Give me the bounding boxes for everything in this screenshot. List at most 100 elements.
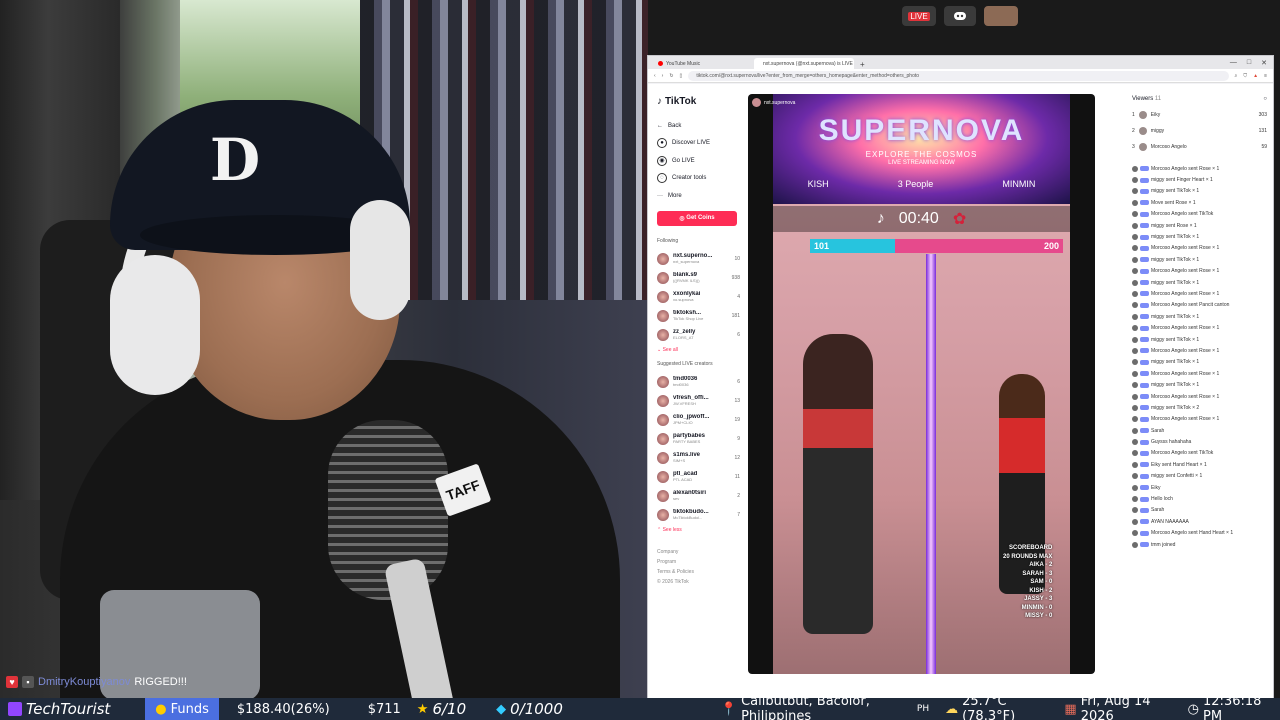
viewer-item[interactable]: 2 miggy 131 — [1132, 123, 1267, 139]
nav-more[interactable]: ··· More — [657, 187, 740, 205]
footer-terms[interactable]: Terms & Policies — [657, 567, 740, 577]
lightbulb-icon: ◌ — [657, 173, 667, 184]
level-badge — [1140, 188, 1149, 194]
back-arrow-icon[interactable]: ‹ — [654, 73, 656, 79]
cap-logo: D — [209, 126, 261, 194]
logo-text: TikTok — [665, 96, 697, 107]
avatar — [657, 291, 669, 303]
account-item[interactable]: tiktokbudo... McTiktokBudol... 7 — [657, 506, 740, 525]
avatar — [657, 253, 669, 265]
level-badge — [1140, 302, 1149, 308]
score-right: 200 — [1043, 241, 1059, 251]
account-item[interactable]: ptl_acad PTL ACAD 11 — [657, 468, 740, 487]
score-right-fill: 200 — [895, 239, 1063, 253]
nav-label: Go LIVE — [672, 157, 695, 164]
account-item[interactable]: xxonlykai xo.supnova 4 — [657, 288, 740, 307]
new-tab-icon[interactable]: + — [856, 60, 869, 69]
host-avatar — [752, 98, 761, 107]
score-left: 101 — [814, 241, 830, 251]
see-less-link[interactable]: ⌃ See less — [657, 527, 740, 533]
forward-arrow-icon[interactable]: › — [662, 73, 664, 79]
footer-links: Company Program Terms & Policies © 2026 … — [657, 547, 740, 587]
funds-amount: $188.40(26%) — [236, 701, 330, 717]
tab-youtube-music[interactable]: YouTube Music — [652, 58, 752, 69]
close-window-icon[interactable]: ✕ — [1261, 59, 1267, 67]
viewer-score: 59 — [1261, 144, 1267, 150]
tab-tiktok-live[interactable]: nxt.supernova (@nxt.supernova) is LIVE✕ — [754, 58, 854, 69]
gift-bar: RosePancit cantonTikTokFinger HeartLove … — [748, 672, 1095, 674]
funds-badge: ● Funds — [145, 698, 219, 720]
shield-icon[interactable]: ⛉ — [1243, 73, 1247, 79]
search-icon[interactable]: ⌕ — [1235, 73, 1238, 79]
live-camera-icon: LIVE — [902, 6, 936, 26]
account-item[interactable]: tmd0036 tmd0036 6 — [657, 373, 740, 392]
reload-icon[interactable]: ↻ — [669, 73, 673, 79]
level-badge — [1140, 200, 1149, 206]
message-text: Sarah — [1151, 427, 1165, 434]
minimize-icon[interactable]: — — [1230, 59, 1237, 67]
youtube-music-icon — [658, 61, 663, 66]
live-video[interactable]: nxt.supernova SUPERNOVA EXPLORE THE COSM… — [748, 94, 1095, 674]
tiktok-logo[interactable]: ♪ TikTok — [657, 96, 740, 107]
menu-icon[interactable]: ≡ — [1264, 73, 1267, 79]
broadcast-icon: ◉ — [657, 155, 667, 166]
account-names: tmd0036 tmd0036 — [673, 376, 733, 388]
headphone-right — [350, 200, 410, 320]
account-item[interactable]: clio_jpwoff... JPM+CLIO 19 — [657, 411, 740, 430]
following-list: nxt.superno... nxt_supernova 10 blank.s9(((… — [657, 250, 740, 345]
account-names: tiktoksh... TikTok Shop Live — [673, 310, 728, 322]
account-item[interactable]: alexan0tsiri sev 2 — [657, 487, 740, 506]
account-item[interactable]: vfresh_offi... JW.VFRESH 13 — [657, 392, 740, 411]
bookmark-icon[interactable]: ▯ — [680, 73, 683, 79]
channel-name: TechTourist — [0, 698, 141, 720]
chat-message: RIGGED!!! — [134, 676, 187, 688]
footer-company[interactable]: Company — [657, 547, 740, 557]
message-text: Morcoso Angelo sent Rose × 1 — [1151, 268, 1220, 275]
nav-discover-live[interactable]: ● Discover LIVE — [657, 135, 740, 153]
viewer-count: 6 — [737, 379, 740, 385]
level-badge — [1140, 530, 1149, 536]
extension-icon[interactable]: ▲ — [1253, 73, 1258, 79]
avatar — [1132, 290, 1138, 297]
message-text: Morcoso Angelo sent Rose × 1 — [1151, 325, 1220, 332]
account-item[interactable]: zz_zelly ELORS_AT 6 — [657, 326, 740, 345]
get-coins-button[interactable]: ◎ Get Coins — [657, 210, 737, 226]
avatar — [1138, 127, 1147, 135]
funds-label: Funds — [170, 701, 209, 717]
account-item[interactable]: nxt.superno... nxt_supernova 10 — [657, 250, 740, 269]
message-text: miggy sent TikTok × 2 — [1151, 404, 1200, 411]
nav-go-live[interactable]: ◉ Go LIVE — [657, 152, 740, 170]
level-badge — [1140, 280, 1149, 286]
settings-icon[interactable]: ○ — [1263, 96, 1267, 102]
coin-icon: ◎ — [679, 215, 687, 222]
chat-message: Morcoso Angelo sent Rose × 1 — [1132, 345, 1267, 356]
viewer-item[interactable]: 1 Eiky 303 — [1132, 107, 1267, 123]
avatar — [657, 414, 669, 426]
viewer-count: 6 — [737, 332, 740, 338]
nav-back[interactable]: ← Back — [657, 117, 740, 135]
viewer-item[interactable]: 3 Morcoso Angelo 59 — [1132, 139, 1267, 155]
rose-icon: ✿ — [952, 211, 967, 228]
suggested-list: tmd0036 tmd0036 6 vfresh_offi... JW.VFRESH 13… — [657, 373, 740, 525]
level-badge — [1140, 405, 1149, 411]
chat-message: miggy sent TikTok × 1 — [1132, 186, 1267, 197]
chat-message: miggy sent TikTok × 2 — [1132, 402, 1267, 413]
pin-icon: 📍 — [720, 701, 738, 717]
chat-message: Morcoso Angelo sent Pancit canton — [1132, 300, 1267, 311]
maximize-icon[interactable]: □ — [1247, 59, 1251, 67]
account-item[interactable]: tiktoksh... TikTok Shop Live 181 — [657, 307, 740, 326]
nav-creator-tools[interactable]: ◌ Creator tools — [657, 170, 740, 188]
account-subtitle: McTiktokBudol... — [673, 515, 703, 520]
chat-username: DmitryKouptiyanov — [38, 676, 131, 688]
heart-icon: ♥ — [6, 676, 18, 688]
account-item[interactable]: partybabes PARTY BABES 9 — [657, 430, 740, 449]
account-item[interactable]: blank.s9 (((RVMK ILS))) 938 — [657, 269, 740, 288]
footer-program[interactable]: Program — [657, 557, 740, 567]
left-player: KISH — [807, 179, 829, 189]
scoreboard: SCOREBOARD 20 ROUNDS MAX AIKA - 2 SARAH -… — [1003, 544, 1052, 621]
url-field[interactable]: tiktok.com/@nxt.supernova/live?enter_fro… — [688, 70, 1229, 81]
button-label: Get Coins — [686, 215, 715, 221]
host-info[interactable]: nxt.supernova — [752, 98, 795, 107]
account-item[interactable]: s1ms.live SIM+S 12 — [657, 449, 740, 468]
see-all-link[interactable]: ⌄ See all — [657, 347, 740, 353]
